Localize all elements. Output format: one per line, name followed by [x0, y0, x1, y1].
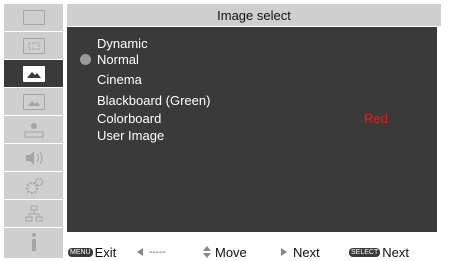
back-label: ----- — [149, 246, 166, 258]
sidebar-item-setting[interactable] — [4, 116, 63, 143]
arrow-updown-icon — [203, 246, 211, 258]
page-title: Image select — [67, 4, 441, 26]
pc-adjust-icon — [22, 37, 45, 54]
sidebar — [4, 4, 63, 258]
menu-item-cinema[interactable]: Cinema — [97, 72, 142, 87]
arrow-right-icon — [281, 248, 287, 256]
select-button-icon: SELECT — [349, 247, 381, 257]
move-label: Move — [215, 244, 247, 260]
image-icon — [22, 65, 45, 82]
sidebar-item-pc-adjust[interactable] — [4, 32, 63, 59]
monitor-icon — [22, 10, 45, 25]
exit-hint[interactable]: MENU Exit — [68, 243, 116, 261]
menu-item-blackboard[interactable]: Blackboard (Green) — [97, 93, 210, 108]
gear-icon — [25, 177, 43, 194]
colorboard-value[interactable]: Red — [364, 111, 388, 126]
footer-hints: MENU Exit ----- Move Next SELECT Next — [67, 243, 441, 261]
back-hint: ----- — [136, 243, 166, 261]
info-icon — [31, 232, 36, 251]
select-next-hint[interactable]: SELECT Next — [349, 243, 409, 261]
selected-radio-icon — [80, 54, 91, 65]
move-hint: Move — [202, 243, 247, 261]
sidebar-item-info[interactable] — [4, 228, 63, 255]
menu-item-user-image[interactable]: User Image — [97, 128, 164, 143]
menu-item-normal[interactable]: Normal — [97, 52, 139, 67]
menu-item-dynamic[interactable]: Dynamic — [97, 36, 148, 51]
select-next-label: Next — [382, 244, 409, 260]
sidebar-item-image-adjust[interactable] — [4, 88, 63, 115]
image-select-panel: Dynamic Normal Cinema Blackboard (Green)… — [67, 27, 437, 232]
next-hint: Next — [280, 243, 320, 261]
sidebar-item-network[interactable] — [4, 200, 63, 227]
sidebar-item-image[interactable] — [4, 60, 63, 87]
network-icon — [25, 205, 42, 221]
next-label: Next — [293, 244, 320, 260]
arrow-left-icon — [137, 248, 143, 256]
menu-button-icon: MENU — [68, 247, 93, 257]
menu-item-colorboard[interactable]: Colorboard — [97, 111, 161, 126]
sidebar-item-settings[interactable] — [4, 172, 63, 199]
image-adjust-icon — [22, 93, 45, 110]
sidebar-item-sound[interactable] — [4, 144, 63, 171]
sound-icon — [25, 150, 42, 165]
exit-label: Exit — [94, 244, 117, 260]
setting-icon — [24, 122, 43, 137]
sidebar-item-display[interactable] — [4, 4, 63, 31]
